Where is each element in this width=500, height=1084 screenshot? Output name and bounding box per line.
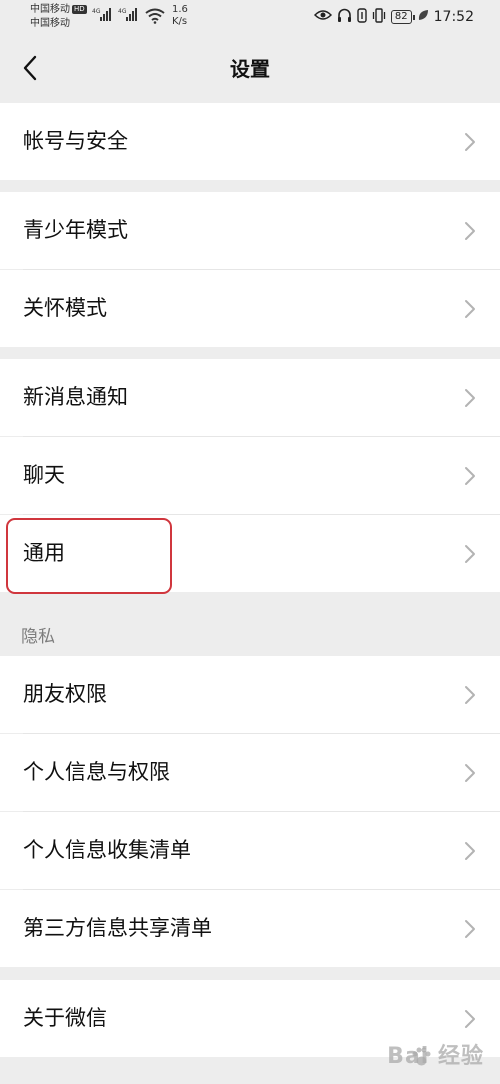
speed-value: 1.6: [172, 4, 188, 15]
carrier-1: 中国移动: [30, 4, 70, 15]
wifi-icon: [145, 8, 165, 28]
row-label: 个人信息收集清单: [23, 838, 191, 862]
signal-icon: 4G: [92, 6, 116, 26]
chevron-right-icon: [465, 920, 475, 938]
vibrate-icon: [372, 7, 386, 27]
chevron-right-icon: [465, 133, 475, 151]
chevron-right-icon: [465, 1010, 475, 1028]
eye-icon: [313, 9, 332, 25]
settings-row-chat[interactable]: 聊天: [0, 437, 500, 514]
row-label: 关于微信: [23, 1006, 107, 1030]
back-arrow-icon: [23, 55, 37, 81]
row-label: 个人信息与权限: [23, 760, 170, 784]
nfc-icon: [357, 7, 367, 27]
chevron-right-icon: [465, 467, 475, 485]
signal-icon: 4G: [118, 6, 142, 26]
network-type-2: 4G: [118, 8, 127, 15]
row-label: 聊天: [23, 463, 65, 487]
page-title: 设置: [230, 57, 270, 81]
settings-row-care-mode[interactable]: 关怀模式: [0, 270, 500, 347]
settings-row-youth-mode[interactable]: 青少年模式: [0, 192, 500, 269]
network-type-1: 4G: [92, 8, 101, 15]
headphones-icon: [337, 8, 352, 27]
paw-icon: [412, 1047, 431, 1066]
row-label: 青少年模式: [23, 218, 128, 242]
settings-row-account[interactable]: 帐号与安全: [0, 103, 500, 180]
back-button[interactable]: [12, 50, 48, 86]
chevron-right-icon: [465, 389, 475, 407]
row-label: 关怀模式: [23, 296, 107, 320]
settings-row-third-party-sharing[interactable]: 第三方信息共享清单: [0, 890, 500, 967]
speed-unit: K/s: [172, 16, 188, 27]
carrier-info: 中国移动 HD 中国移动: [30, 3, 87, 31]
settings-row-notifications[interactable]: 新消息通知: [0, 359, 500, 436]
status-bar: 中国移动 HD 中国移动 4G 4G 1.6 K/s 82 17:52: [0, 0, 500, 36]
highlight-annotation: [6, 518, 172, 594]
chevron-right-icon: [465, 842, 475, 860]
settings-row-friend-permissions[interactable]: 朋友权限: [0, 656, 500, 733]
settings-row-personal-info[interactable]: 个人信息与权限: [0, 734, 500, 811]
chevron-right-icon: [465, 686, 475, 704]
settings-row-info-collection[interactable]: 个人信息收集清单: [0, 812, 500, 889]
row-label: 帐号与安全: [23, 129, 128, 153]
battery-indicator: 82: [390, 10, 415, 24]
chevron-right-icon: [465, 545, 475, 563]
row-label: 朋友权限: [23, 682, 107, 706]
status-icons: 82 17:52: [313, 7, 474, 27]
nav-bar: 设置: [0, 36, 500, 102]
section-header-privacy: 隐私: [21, 627, 55, 647]
hd-badge: HD: [72, 5, 87, 14]
chevron-right-icon: [465, 300, 475, 318]
carrier-2: 中国移动: [30, 18, 70, 29]
row-label: 第三方信息共享清单: [23, 916, 212, 940]
baidu-watermark: Bai 经验: [387, 1044, 484, 1069]
chevron-right-icon: [465, 222, 475, 240]
network-speed: 1.6 K/s: [172, 4, 188, 28]
clock-time: 17:52: [433, 9, 474, 25]
leaf-icon: [417, 9, 429, 25]
chevron-right-icon: [465, 764, 475, 782]
row-label: 新消息通知: [23, 385, 128, 409]
